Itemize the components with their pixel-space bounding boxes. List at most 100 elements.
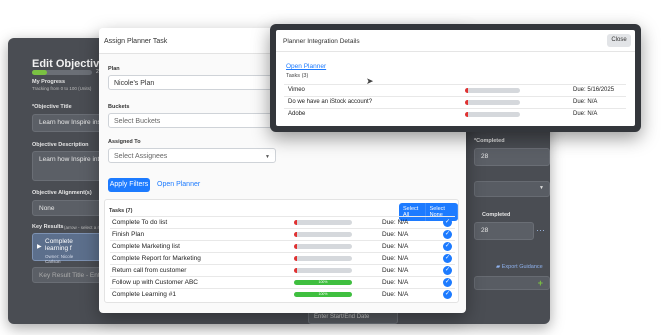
- export-guidance-link[interactable]: ▰ Export Guidance: [496, 264, 543, 270]
- plan-select[interactable]: Nicole's Plan: [108, 75, 273, 90]
- task-progress-fill: [294, 268, 297, 273]
- task-due-value: N/A: [397, 243, 409, 250]
- task-due-value: N/A: [397, 219, 409, 226]
- task-row[interactable]: Complete Learning #1 100% Due: N/A ✓: [110, 288, 455, 300]
- add-icon[interactable]: +: [538, 278, 543, 288]
- task-due: Due: N/A: [382, 243, 408, 250]
- task-progress-fill: [294, 244, 297, 249]
- details-task-progress-fill: [465, 112, 468, 117]
- task-row[interactable]: Complete To do list Due: N/A ✓: [110, 216, 455, 228]
- chevron-down-icon: ▼: [539, 185, 544, 191]
- task-row[interactable]: Complete Report for Marketing Due: N/A ✓: [110, 252, 455, 264]
- details-content: Planner Integration Details Close Open P…: [276, 30, 635, 126]
- check-circle-icon[interactable]: ✓: [443, 254, 452, 263]
- task-due: Due: N/A: [382, 279, 408, 286]
- task-row[interactable]: Follow up with Customer ABC 100% Due: N/A ✓: [110, 276, 455, 288]
- details-due-value: N/A: [587, 111, 598, 117]
- details-task-due: Due: 5/16/2025: [573, 87, 614, 93]
- check-circle-icon[interactable]: ✓: [443, 218, 452, 227]
- details-tasks-label: Tasks (3): [286, 73, 309, 79]
- task-due: Due: N/A: [382, 219, 408, 226]
- assigned-to-label: Assigned To: [108, 139, 141, 145]
- apply-filters-button[interactable]: Apply Filters: [108, 178, 150, 192]
- assignees-select[interactable]: Select Assignees ▼: [108, 148, 276, 163]
- key-result-title: Complete learning f: [45, 238, 73, 252]
- task-due-prefix: Due:: [382, 219, 396, 226]
- objective-description-label: Objective Description: [32, 142, 89, 148]
- tasks-count-label: Tasks (7): [109, 208, 133, 214]
- details-due-value: N/A: [587, 99, 598, 105]
- open-planner-link[interactable]: Open Planner: [157, 181, 200, 188]
- objective-progress-fill: [32, 70, 47, 75]
- task-due-prefix: Due:: [382, 291, 396, 298]
- task-progress-bar: [294, 244, 352, 249]
- objective-title-label: *Objective Title: [32, 104, 72, 110]
- details-open-planner-link[interactable]: Open Planner: [286, 63, 326, 70]
- close-button[interactable]: Close: [607, 34, 631, 47]
- task-name: Return call from customer: [112, 267, 187, 274]
- task-due-value: N/A: [397, 255, 409, 262]
- completed-input-1[interactable]: 28: [474, 148, 550, 166]
- details-task-name: Adobe: [288, 111, 306, 117]
- details-due-value: 5/16/2025: [587, 87, 615, 93]
- details-task-progress-fill: [465, 100, 468, 105]
- plan-label: Plan: [108, 66, 120, 72]
- details-task-row: Do we have an iStock account? Due: N/A: [284, 96, 626, 107]
- task-due-value: N/A: [397, 267, 409, 274]
- details-task-name: Vimeo: [288, 87, 305, 93]
- task-name: Complete To do list: [112, 219, 168, 226]
- completed-input-2[interactable]: 28: [474, 222, 534, 240]
- key-result-title-input[interactable]: Key Result Title - Enter: [32, 267, 102, 283]
- task-progress-bar: [294, 220, 352, 225]
- details-task-name: Do we have an iStock account?: [288, 99, 373, 105]
- editor-add-row: +: [474, 276, 550, 290]
- caret-right-icon: ▶: [37, 244, 42, 250]
- editor-select-field[interactable]: ▼: [474, 181, 550, 197]
- check-circle-icon[interactable]: ✓: [443, 290, 452, 299]
- task-row[interactable]: Finish Plan Due: N/A ✓: [110, 228, 455, 240]
- buckets-label: Buckets: [108, 104, 130, 110]
- task-name: Complete Learning #1: [112, 291, 176, 298]
- objective-title-input[interactable]: Learn how Inspire ins: [32, 114, 102, 132]
- buckets-select[interactable]: Select Buckets: [108, 113, 273, 128]
- check-circle-icon[interactable]: ✓: [443, 242, 452, 251]
- task-progress-fill: [294, 256, 297, 261]
- task-name: Finish Plan: [112, 231, 145, 238]
- objective-description-input[interactable]: Learn how Inspire integ: [32, 151, 102, 181]
- details-title: Planner Integration Details: [283, 38, 360, 45]
- details-task-due: Due: N/A: [573, 99, 597, 105]
- details-header: Planner Integration Details Close: [276, 30, 635, 52]
- assign-modal-title: Assign Planner Task: [104, 38, 168, 45]
- task-due-prefix: Due:: [382, 231, 396, 238]
- my-progress-label: My Progress: [32, 79, 66, 85]
- progress-subtext: Tracking from 0 to 100 (Units): [32, 86, 92, 91]
- chevron-down-icon: ▼: [265, 154, 270, 160]
- task-due-value: N/A: [397, 291, 409, 298]
- more-icon[interactable]: ⋯: [536, 225, 545, 236]
- check-circle-icon[interactable]: ✓: [443, 230, 452, 239]
- details-task-row: Adobe Due: N/A: [284, 108, 626, 119]
- details-due-prefix: Due:: [573, 111, 586, 117]
- check-circle-icon[interactable]: ✓: [443, 278, 452, 287]
- task-progress-bar: [294, 256, 352, 261]
- details-task-progress-fill: [465, 88, 468, 93]
- details-due-prefix: Due:: [573, 99, 586, 105]
- task-name: Complete Marketing list: [112, 243, 180, 250]
- buckets-placeholder: Select Buckets: [114, 118, 161, 125]
- task-due-prefix: Due:: [382, 255, 396, 262]
- task-due-prefix: Due:: [382, 279, 396, 286]
- objective-alignment-select[interactable]: None: [32, 200, 102, 216]
- details-task-progress-bar: [465, 112, 520, 117]
- check-circle-icon[interactable]: ✓: [443, 266, 452, 275]
- task-row[interactable]: Return call from customer Due: N/A ✓: [110, 264, 455, 276]
- task-progress-bar: 100%: [294, 292, 352, 297]
- key-result-item[interactable]: ▶ Complete learning f Owner: Nicole Carl…: [32, 233, 102, 264]
- task-name: Complete Report for Marketing: [112, 255, 201, 262]
- assignees-placeholder: Select Assignees: [114, 153, 168, 160]
- details-task-progress-bar: [465, 88, 520, 93]
- task-row[interactable]: Complete Marketing list Due: N/A ✓: [110, 240, 455, 252]
- task-progress-bar: 100%: [294, 280, 352, 285]
- task-due-prefix: Due:: [382, 243, 396, 250]
- task-progress-fill: [294, 220, 297, 225]
- task-progress-text: 100%: [318, 292, 328, 296]
